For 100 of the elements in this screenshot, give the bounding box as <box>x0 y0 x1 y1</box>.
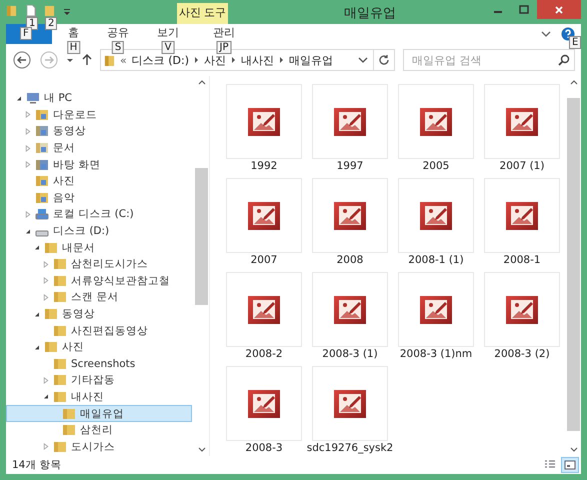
picture-file-icon <box>334 200 366 230</box>
tree-item[interactable]: 서류양식보관참고철 <box>6 272 192 290</box>
expanded-arrow-icon[interactable] <box>16 94 22 102</box>
tree-item[interactable]: 동영상 <box>6 306 192 322</box>
overflow-chevron[interactable]: « <box>120 54 127 66</box>
close-icon <box>554 4 564 14</box>
folder-icon <box>53 274 67 287</box>
thumbnail-view-button[interactable] <box>561 457 579 473</box>
folder-icon <box>35 192 49 204</box>
tree-item[interactable]: 내문서 <box>6 239 192 256</box>
folder-icon <box>35 158 49 171</box>
minimize-icon <box>494 11 502 13</box>
ribbon-tab[interactable]: 관리 <box>201 26 247 40</box>
picture-file-icon <box>506 294 538 324</box>
picture-file-icon <box>334 388 366 418</box>
tree-item[interactable]: Screenshots <box>6 356 192 372</box>
computer-icon <box>26 92 40 104</box>
folder-icon <box>53 440 67 453</box>
scroll-down-icon[interactable] <box>570 447 578 452</box>
expanded-arrow-icon[interactable] <box>34 344 40 351</box>
back-button[interactable] <box>12 50 32 70</box>
picture-file-icon <box>248 388 280 418</box>
picture-file-icon <box>334 294 366 324</box>
search-icon <box>558 54 570 66</box>
tree-item[interactable]: 매일유업 <box>6 405 192 422</box>
recent-dropdown-icon[interactable] <box>66 56 74 64</box>
scroll-up-icon[interactable] <box>570 80 578 85</box>
picture-file-icon <box>334 106 366 136</box>
picture-file-icon <box>506 106 538 136</box>
tree-item[interactable]: 사진 <box>6 338 192 356</box>
tree-item[interactable]: 내사진 <box>6 388 192 406</box>
thumbnail-icon <box>564 460 576 470</box>
ribbon-tab[interactable]: 홈 <box>56 26 91 40</box>
keytip: 1 <box>26 17 38 30</box>
picture-file-icon <box>506 200 538 230</box>
drive-icon <box>35 208 49 220</box>
tree-item[interactable]: 사진편집동영상 <box>6 322 192 339</box>
chevron-right-icon[interactable] <box>231 56 236 64</box>
folder-icon <box>53 324 67 337</box>
up-arrow-icon[interactable] <box>82 54 92 66</box>
folder-icon <box>35 142 49 154</box>
scroll-up-icon[interactable] <box>198 80 206 85</box>
keytip: JP <box>216 41 232 54</box>
keytip: 2 <box>45 17 58 30</box>
chevron-right-icon[interactable] <box>279 56 284 64</box>
picture-file-icon <box>248 294 280 324</box>
picture-file-icon <box>420 294 452 324</box>
tree-item[interactable]: 디스크 (D:) <box>6 222 192 240</box>
chevron-right-icon[interactable] <box>194 56 199 64</box>
tree-item[interactable]: 다운로드 <box>6 106 192 124</box>
picture-file-icon <box>248 106 280 136</box>
keytip: S <box>112 41 124 54</box>
window-title: 매일유업 <box>344 5 396 22</box>
tree-item[interactable]: 기타잡동 <box>6 372 192 389</box>
scroll-down-icon[interactable] <box>198 447 206 452</box>
ribbon-tab[interactable]: 보기 <box>145 26 191 40</box>
expanded-arrow-icon[interactable] <box>34 310 40 318</box>
expand-ribbon-icon[interactable] <box>541 31 551 37</box>
tree-item[interactable]: 도시가스 <box>6 438 192 456</box>
expanded-arrow-icon[interactable] <box>24 228 30 235</box>
folder-icon <box>53 291 67 304</box>
refresh-icon[interactable] <box>378 54 390 66</box>
keytip: H <box>66 41 80 54</box>
tree-item[interactable]: 바탕 화면 <box>6 156 192 173</box>
keytip: F <box>20 27 32 40</box>
breadcrumb[interactable]: 디스크 (D:) <box>132 52 189 68</box>
breadcrumb[interactable]: 매일유업 <box>289 52 333 68</box>
tree-item[interactable]: 스캔 문서 <box>6 289 192 306</box>
folder-icon <box>53 258 67 270</box>
keytip: V <box>162 41 174 54</box>
context-tab-header: 사진 도구 <box>177 3 228 24</box>
tree-item[interactable]: 동영상 <box>6 123 192 140</box>
folder-icon <box>44 308 58 320</box>
customize-icon[interactable] <box>63 8 71 16</box>
expanded-arrow-icon[interactable] <box>42 393 48 400</box>
tree-item[interactable]: 음악 <box>6 190 192 206</box>
folder-icon <box>62 424 76 436</box>
tree-item[interactable]: 사진 <box>6 172 192 190</box>
folder-icon <box>53 358 67 370</box>
folder-icon <box>44 242 58 254</box>
breadcrumb[interactable]: 사진 <box>204 52 226 68</box>
close-button[interactable] <box>537 0 581 19</box>
folder-icon <box>53 374 67 386</box>
tree-item[interactable]: 문서 <box>6 140 192 156</box>
keytip: E <box>569 36 582 49</box>
document-icon[interactable] <box>25 4 36 17</box>
folder-icon <box>53 390 67 403</box>
ribbon-tab[interactable]: 공유 <box>95 26 141 40</box>
maximize-icon <box>519 4 529 14</box>
search-field[interactable]: 매일유업 검색 <box>403 49 575 71</box>
tree-item[interactable]: 삼천리도시가스 <box>6 256 192 273</box>
folder-icon <box>35 125 49 138</box>
details-icon <box>544 460 556 470</box>
breadcrumb[interactable]: 내사진 <box>241 52 274 68</box>
tree-item[interactable]: 내 PC <box>6 90 192 107</box>
tree-item[interactable]: 삼천리 <box>6 422 192 438</box>
folder-icon <box>44 341 58 354</box>
dropdown-icon[interactable] <box>358 57 368 63</box>
tree-item[interactable]: 로컬 디스크 (C:) <box>6 206 192 223</box>
expanded-arrow-icon[interactable] <box>34 244 40 252</box>
